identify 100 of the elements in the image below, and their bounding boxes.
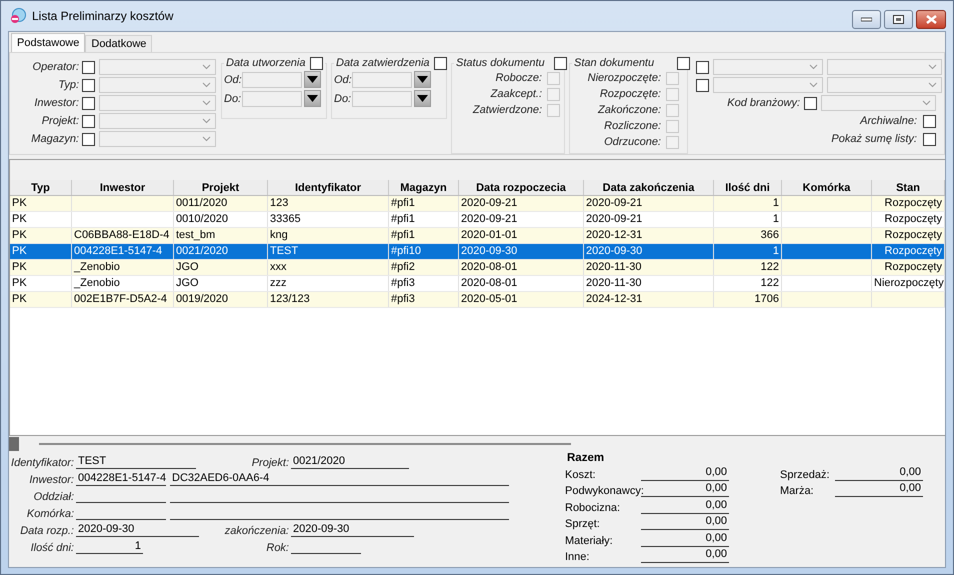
table-cell: 1 bbox=[714, 196, 782, 211]
table-row[interactable]: PK _Zenobio JGO xxx #pfi2 2020-08-01 2020-11-30 122 Rozpoczęty bbox=[10, 260, 945, 276]
triangle-down-icon bbox=[307, 95, 318, 102]
checkbox[interactable] bbox=[696, 60, 709, 74]
close-button[interactable] bbox=[916, 10, 946, 29]
chevron-icon bbox=[928, 64, 937, 70]
total-value: 0,00 bbox=[835, 482, 923, 497]
table-cell: 002E1B7F-D5A2-4 bbox=[72, 292, 174, 307]
total-value: 0,00 bbox=[641, 466, 729, 480]
dropdown-button[interactable] bbox=[414, 71, 431, 88]
table-cell: 366 bbox=[714, 228, 782, 243]
table-cell: PK bbox=[10, 260, 72, 275]
table-cell: 2020-09-30 bbox=[459, 244, 584, 259]
table-cell: #pfi1 bbox=[389, 228, 459, 243]
checkbox[interactable] bbox=[677, 56, 690, 70]
field-label: Ilość dni: bbox=[30, 542, 75, 554]
table-cell: 0010/2020 bbox=[174, 212, 268, 227]
table-cell: PK bbox=[10, 212, 72, 227]
date-field[interactable] bbox=[352, 90, 412, 106]
maximize-button[interactable] bbox=[884, 10, 913, 29]
window-title: Lista Preliminarzy kosztów bbox=[32, 9, 174, 23]
value-field: TEST bbox=[76, 454, 196, 469]
date-field[interactable] bbox=[242, 72, 302, 88]
table-cell: 33365 bbox=[268, 212, 389, 227]
table-row[interactable]: PK 0011/2020 123 #pfi1 2020-09-21 2020-09-21 1 Rozpoczęty bbox=[10, 196, 945, 212]
table-cell: _Zenobio bbox=[72, 276, 174, 291]
chevron-icon bbox=[202, 136, 211, 142]
value-field: DC32AED6-0AA6-4 bbox=[170, 471, 509, 486]
dropdown-field[interactable] bbox=[713, 77, 823, 93]
date-field[interactable] bbox=[352, 72, 412, 88]
dropdown-button[interactable] bbox=[304, 90, 321, 107]
table-row[interactable]: PK 004228E1-5147-4 0021/2020 TEST #pfi10 2020-09-30 2020-09-30 1 Rozpoczęty bbox=[10, 244, 945, 260]
table-cell: Rozpoczęty bbox=[872, 196, 945, 211]
table-cell: 123/123 bbox=[268, 292, 389, 307]
dropdown-field[interactable] bbox=[99, 95, 216, 111]
group-title: Status dokumentu bbox=[456, 57, 545, 69]
table-cell: JGO bbox=[174, 260, 268, 275]
dropdown-field[interactable] bbox=[827, 77, 942, 93]
field-label: Kod branżowy: bbox=[727, 97, 800, 109]
chevron-icon bbox=[202, 82, 211, 88]
dropdown-field[interactable] bbox=[99, 59, 216, 75]
table-row[interactable]: PK 002E1B7F-D5A2-4 0019/2020 123/123 #pfi3 2020-05-01 2024-12-31 1706 bbox=[10, 292, 945, 308]
field-label: Oddział: bbox=[32, 491, 75, 503]
tab[interactable]: Podstawowe bbox=[11, 33, 86, 52]
table-cell: TEST bbox=[268, 244, 389, 259]
dropdown-field[interactable] bbox=[827, 59, 942, 75]
option-label: Rozliczone: bbox=[604, 120, 661, 132]
field-label: Magazyn: bbox=[30, 133, 79, 145]
close-icon bbox=[926, 15, 936, 24]
table-cell: 1 bbox=[714, 212, 782, 227]
horizontal-scrollbar[interactable] bbox=[9, 436, 571, 451]
value-field: 0021/2020 bbox=[291, 454, 409, 469]
date-field[interactable] bbox=[242, 90, 302, 106]
chevron-icon bbox=[928, 82, 937, 88]
table-cell: 2020-08-01 bbox=[459, 276, 584, 291]
dropdown-field[interactable] bbox=[99, 131, 216, 147]
table-cell: Rozpoczęty bbox=[872, 244, 945, 259]
checkbox[interactable] bbox=[434, 56, 447, 70]
table-cell: xxx bbox=[268, 260, 389, 275]
chevron-icon bbox=[202, 100, 211, 106]
table-cell: JGO bbox=[174, 276, 268, 291]
option-label: Zatwierdzone: bbox=[472, 104, 542, 116]
field-label: Projekt: bbox=[40, 115, 79, 127]
group-title: Data zatwierdzenia bbox=[336, 57, 430, 69]
checkbox[interactable] bbox=[923, 114, 936, 128]
table-cell: PK bbox=[10, 228, 72, 243]
checkbox[interactable] bbox=[923, 132, 936, 146]
field-label: Typ: bbox=[57, 79, 79, 91]
app-icon bbox=[10, 8, 26, 24]
checkbox[interactable] bbox=[696, 78, 709, 92]
table-cell: 2020-12-31 bbox=[584, 228, 714, 243]
chevron-icon bbox=[809, 82, 818, 88]
field-label: Operator: bbox=[32, 61, 79, 73]
checkbox[interactable] bbox=[82, 132, 95, 146]
checkbox[interactable] bbox=[804, 96, 817, 110]
field-label: Komórka: bbox=[26, 508, 75, 520]
dropdown-field[interactable] bbox=[713, 59, 823, 75]
dropdown-field[interactable] bbox=[821, 95, 936, 111]
table-row[interactable]: PK C06BBA88-E18D-4 test_bm kng #pfi1 2020-01-01 2020-12-31 366 Rozpoczęty bbox=[10, 228, 945, 244]
option-label: Nierozpoczęte: bbox=[588, 72, 661, 84]
checkbox[interactable] bbox=[82, 60, 95, 74]
checkbox[interactable] bbox=[310, 56, 322, 70]
chevron-icon bbox=[202, 64, 211, 70]
total-label: Marża: bbox=[780, 485, 815, 497]
table-cell: zzz bbox=[268, 276, 389, 291]
checkbox[interactable] bbox=[82, 96, 95, 110]
table-cell: 123 bbox=[268, 196, 389, 211]
maximize-icon bbox=[893, 15, 904, 24]
triangle-down-icon bbox=[417, 76, 428, 83]
minimize-button[interactable] bbox=[852, 10, 881, 29]
dropdown-field[interactable] bbox=[99, 77, 216, 93]
tab[interactable]: Dodatkowe bbox=[85, 35, 152, 52]
checkbox[interactable] bbox=[82, 78, 95, 92]
dropdown-button[interactable] bbox=[304, 71, 321, 88]
group-title: Data utworzenia bbox=[226, 57, 306, 69]
dropdown-field[interactable] bbox=[99, 113, 216, 129]
checkbox[interactable] bbox=[82, 114, 95, 128]
table-cell: 0021/2020 bbox=[174, 244, 268, 259]
checkbox[interactable] bbox=[554, 56, 567, 70]
dropdown-button[interactable] bbox=[414, 90, 431, 107]
